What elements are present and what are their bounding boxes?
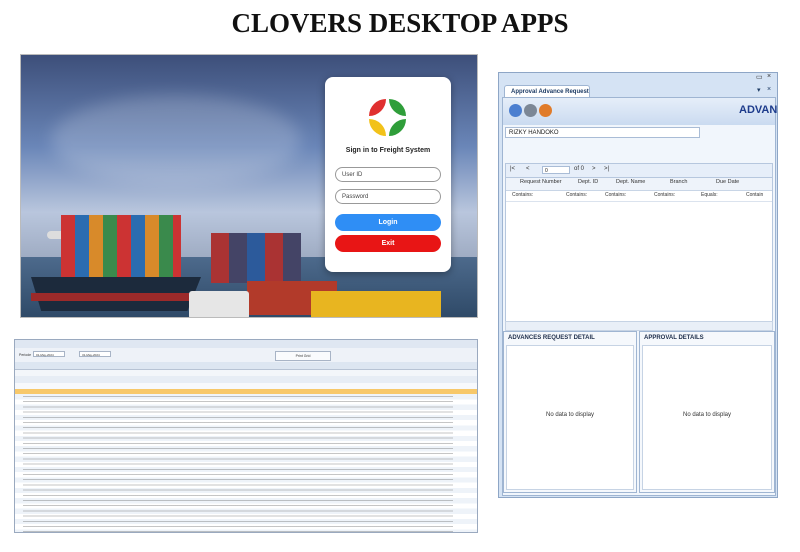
tab-approval-advance-request[interactable]: Approval Advance Request xyxy=(504,85,590,97)
close-icon[interactable]: × xyxy=(767,73,771,80)
section-title: ADVANCES REQUEST DETAIL xyxy=(508,335,595,341)
empty-message: No data to display xyxy=(682,412,732,418)
world-map-backdrop xyxy=(51,95,301,185)
tab-close-icon[interactable]: × xyxy=(767,86,771,93)
truck-illustration xyxy=(189,291,249,317)
next-record-button[interactable]: > xyxy=(592,166,596,172)
window-titlebar xyxy=(499,73,777,83)
password-field[interactable]: Password xyxy=(335,189,441,204)
tab-dropdown-icon[interactable]: ▾ xyxy=(757,86,761,94)
exit-button[interactable]: Exit xyxy=(335,235,441,252)
date-from-field[interactable]: 01-May-2024 xyxy=(33,351,65,357)
clover-logo-icon xyxy=(369,99,407,137)
grid-row-text xyxy=(23,394,453,532)
approval-details-panel: APPROVAL DETAILS No data to display xyxy=(639,331,775,493)
page-title: CLOVERS DESKTOP APPS xyxy=(231,8,569,38)
page-number-field[interactable]: 0 xyxy=(542,166,570,174)
request-grid[interactable]: Request Number Dept. ID Dept. Name Branc… xyxy=(505,177,773,329)
requester-field[interactable]: RIZKY HANDOKO xyxy=(505,127,700,138)
login-screenshot: Sign in to Freight System User ID Passwo… xyxy=(20,54,478,318)
toolbar-band: ADVANC xyxy=(502,97,778,127)
filter-due-date[interactable]: Equals: xyxy=(701,192,718,198)
port-containers-illustration xyxy=(211,233,301,283)
grid-tab-strip[interactable] xyxy=(15,362,477,370)
section-title: APPROVAL DETAILS xyxy=(644,335,704,341)
column-header-branch[interactable]: Branch xyxy=(670,179,687,189)
form-heading: ADVANC xyxy=(739,104,778,116)
refresh-icon[interactable] xyxy=(539,104,552,117)
column-header-dept-id[interactable]: Dept. ID xyxy=(578,179,598,189)
ship-stripe xyxy=(31,293,196,301)
column-header-due-date[interactable]: Due Date xyxy=(716,179,739,189)
column-header-request-number[interactable]: Request Number xyxy=(520,179,562,189)
detail-grid[interactable]: No data to display xyxy=(506,345,634,490)
login-button[interactable]: Login xyxy=(335,214,441,231)
record-navigator: |< < 0 of 0 > >| xyxy=(505,163,773,178)
page-count-label: of 0 xyxy=(574,166,585,172)
period-label: Periode xyxy=(19,353,32,357)
search-icon[interactable] xyxy=(524,104,537,117)
advances-request-detail-panel: ADVANCES REQUEST DETAIL No data to displ… xyxy=(503,331,637,493)
filter-dept-name[interactable]: Contains: xyxy=(605,192,626,198)
login-card: Sign in to Freight System User ID Passwo… xyxy=(325,77,451,272)
approval-grid[interactable]: No data to display xyxy=(642,345,772,490)
train-illustration xyxy=(311,291,441,317)
filter-branch[interactable]: Contains: xyxy=(654,192,675,198)
first-record-button[interactable]: |< xyxy=(510,166,515,172)
ship-containers-illustration xyxy=(61,215,181,277)
print-grid-button[interactable]: Print Grid xyxy=(275,351,331,361)
empty-message: No data to display xyxy=(545,412,595,418)
date-to-field[interactable]: 31-May-2024 xyxy=(79,351,111,357)
filter-extra-column[interactable]: Contain xyxy=(746,192,763,198)
approval-window: ▭ × Approval Advance Request ▾ × ADVANC … xyxy=(498,72,778,498)
window-titlebar xyxy=(15,340,477,348)
filter-request-number[interactable]: Contains: xyxy=(512,192,533,198)
data-grid-screenshot: Periode 01-May-2024 31-May-2024 Print Gr… xyxy=(14,339,478,533)
user-id-field[interactable]: User ID xyxy=(335,167,441,182)
column-header-dept-name[interactable]: Dept. Name xyxy=(616,179,645,189)
filter-dept-id[interactable]: Contains: xyxy=(566,192,587,198)
minimize-icon[interactable]: ▭ xyxy=(756,73,763,81)
grid-filter-row xyxy=(506,190,772,202)
login-heading: Sign in to Freight System xyxy=(345,147,431,154)
prev-record-button[interactable]: < xyxy=(526,166,530,172)
approve-icon[interactable] xyxy=(509,104,522,117)
horizontal-scrollbar[interactable] xyxy=(505,321,773,331)
last-record-button[interactable]: >| xyxy=(604,166,609,172)
